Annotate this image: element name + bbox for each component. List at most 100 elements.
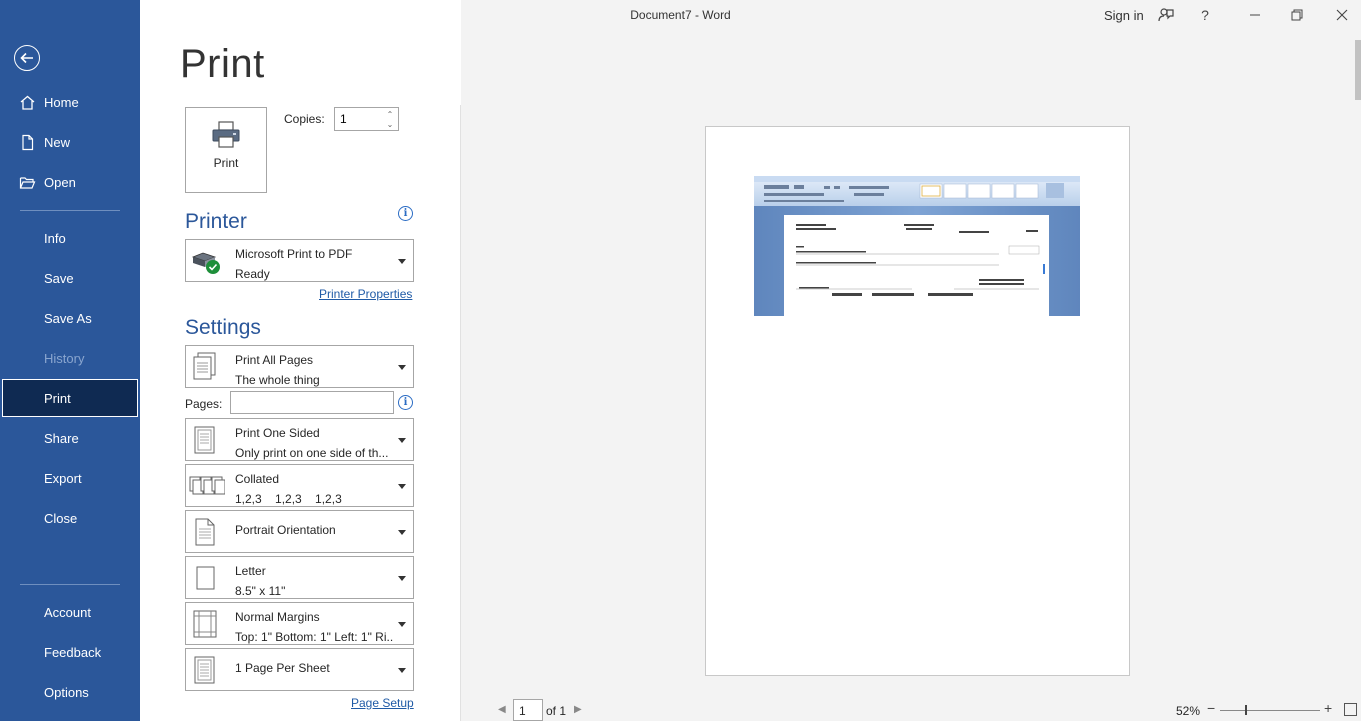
info-icon[interactable]: i	[398, 206, 413, 221]
home-icon	[20, 95, 35, 110]
pages-per-sheet-text: 1 Page Per Sheet	[235, 658, 393, 678]
sidebar-divider	[20, 584, 120, 585]
sidebar-item-options[interactable]: Options	[0, 673, 140, 711]
option-line1: Portrait Orientation	[235, 523, 336, 537]
sidebar-item-label: New	[44, 134, 71, 150]
next-page-icon[interactable]: ▶	[574, 704, 582, 715]
zoom-slider-thumb[interactable]	[1245, 705, 1247, 715]
spin-down-icon[interactable]: ⌄	[384, 119, 396, 129]
option-line1: Print All Pages	[235, 353, 314, 367]
option-line1: Collated	[235, 472, 280, 486]
coauthor-icon[interactable]	[1155, 4, 1177, 26]
zoom-level[interactable]: 52%	[1176, 704, 1200, 718]
option-line1: Print One Sided	[235, 426, 320, 440]
sidebar-item-label: Options	[44, 684, 89, 700]
pages-per-sheet-icon	[194, 656, 215, 684]
close-icon[interactable]	[1331, 4, 1353, 26]
printer-select-text: Microsoft Print to PDF Ready	[235, 244, 393, 284]
sides-select[interactable]: Print One Sided Only print on one side o…	[185, 418, 414, 461]
option-line1: Normal Margins	[235, 610, 320, 624]
sidebar-item-label: Close	[44, 510, 78, 526]
orientation-select[interactable]: Portrait Orientation	[185, 510, 414, 553]
chevron-down-icon	[398, 622, 406, 627]
scrollbar-thumb[interactable]	[1355, 40, 1361, 100]
option-line1: 1 Page Per Sheet	[235, 661, 330, 675]
settings-heading: Settings	[185, 316, 261, 339]
sidebar-item-save-as[interactable]: Save As	[0, 299, 140, 337]
sidebar-item-label: Save	[44, 270, 74, 286]
margins-icon	[193, 610, 217, 638]
sidebar-item-label: Save As	[44, 310, 92, 326]
option-line2: Top: 1" Bottom: 1" Left: 1" Ri...	[235, 630, 393, 644]
help-icon[interactable]: ?	[1194, 4, 1216, 26]
zoom-in-icon[interactable]: +	[1324, 700, 1332, 716]
copies-stepper[interactable]: ⌃ ⌄	[334, 107, 399, 131]
sidebar-item-label: Home	[44, 94, 79, 110]
option-line2: 1,2,3 1,2,3 1,2,3	[235, 492, 342, 506]
print-range-text: Print All Pages The whole thing	[235, 350, 393, 390]
zoom-to-page-icon[interactable]	[1344, 703, 1357, 716]
chevron-down-icon	[398, 259, 406, 264]
pages-per-sheet-select[interactable]: 1 Page Per Sheet	[185, 648, 414, 691]
sidebar-item-open[interactable]: Open	[0, 163, 140, 201]
printer-heading: Printer	[185, 210, 247, 233]
sidebar-item-export[interactable]: Export	[0, 459, 140, 497]
option-line2: Only print on one side of th...	[235, 446, 389, 460]
one-sided-icon	[194, 426, 215, 454]
page-setup-link[interactable]: Page Setup	[351, 696, 414, 710]
option-line1: Letter	[235, 564, 266, 578]
chevron-down-icon	[398, 668, 406, 673]
print-button-label: Print	[213, 156, 239, 170]
new-document-icon	[22, 134, 34, 151]
print-range-select[interactable]: Print All Pages The whole thing	[185, 345, 414, 388]
back-arrow-icon[interactable]	[14, 45, 40, 71]
chevron-down-icon	[398, 576, 406, 581]
printer-properties-link[interactable]: Printer Properties	[319, 287, 412, 301]
current-page-input[interactable]: 1	[513, 699, 543, 721]
print-button[interactable]: Print	[185, 107, 267, 193]
sidebar-item-share[interactable]: Share	[0, 419, 140, 457]
minimize-icon[interactable]	[1244, 4, 1266, 26]
sidebar-item-home[interactable]: Home	[0, 83, 140, 121]
spin-up-icon[interactable]: ⌃	[384, 109, 396, 119]
portrait-icon	[195, 518, 215, 546]
pages-input[interactable]	[230, 391, 394, 414]
copies-input[interactable]	[340, 111, 380, 127]
info-icon[interactable]: i	[398, 395, 413, 410]
printer-select[interactable]: Microsoft Print to PDF Ready	[185, 239, 414, 282]
sidebar-item-account[interactable]: Account	[0, 593, 140, 631]
sidebar-item-feedback[interactable]: Feedback	[0, 633, 140, 671]
open-folder-icon	[19, 177, 36, 189]
sides-text: Print One Sided Only print on one side o…	[235, 423, 393, 463]
paper-size-text: Letter 8.5" x 11"	[235, 561, 393, 601]
sidebar-item-label: Share	[44, 430, 79, 446]
sidebar-item-label: History	[44, 350, 85, 366]
sidebar-item-save[interactable]: Save	[0, 259, 140, 297]
all-pages-icon	[193, 352, 216, 380]
printer-icon	[212, 121, 240, 148]
previous-page-icon[interactable]: ◀	[498, 704, 506, 715]
orientation-text: Portrait Orientation	[235, 520, 393, 540]
zoom-slider[interactable]	[1220, 710, 1320, 711]
sidebar-item-print[interactable]: Print	[2, 379, 138, 417]
restore-icon[interactable]	[1286, 4, 1308, 26]
zoom-out-icon[interactable]: −	[1207, 700, 1215, 716]
sidebar-item-label: Print	[44, 390, 71, 406]
sidebar-item-close[interactable]: Close	[0, 499, 140, 537]
sidebar-item-label: Account	[44, 604, 91, 620]
printer-name: Microsoft Print to PDF	[235, 247, 353, 261]
paper-size-select[interactable]: Letter 8.5" x 11"	[185, 556, 414, 599]
chevron-down-icon	[398, 484, 406, 489]
chevron-down-icon	[398, 530, 406, 535]
sidebar-item-new[interactable]: New	[0, 123, 140, 161]
collation-select[interactable]: Collated 1,2,3 1,2,3 1,2,3	[185, 464, 414, 507]
sidebar-item-label: Open	[44, 174, 76, 190]
sign-in-link[interactable]: Sign in	[1104, 8, 1144, 23]
printer-status: Ready	[235, 267, 270, 281]
collation-text: Collated 1,2,3 1,2,3 1,2,3	[235, 469, 393, 509]
option-line2: 8.5" x 11"	[235, 584, 286, 598]
sidebar-item-info[interactable]: Info	[0, 219, 140, 257]
sidebar-divider	[20, 210, 120, 211]
margins-select[interactable]: Normal Margins Top: 1" Bottom: 1" Left: …	[185, 602, 414, 645]
paper-size-icon	[196, 566, 215, 590]
